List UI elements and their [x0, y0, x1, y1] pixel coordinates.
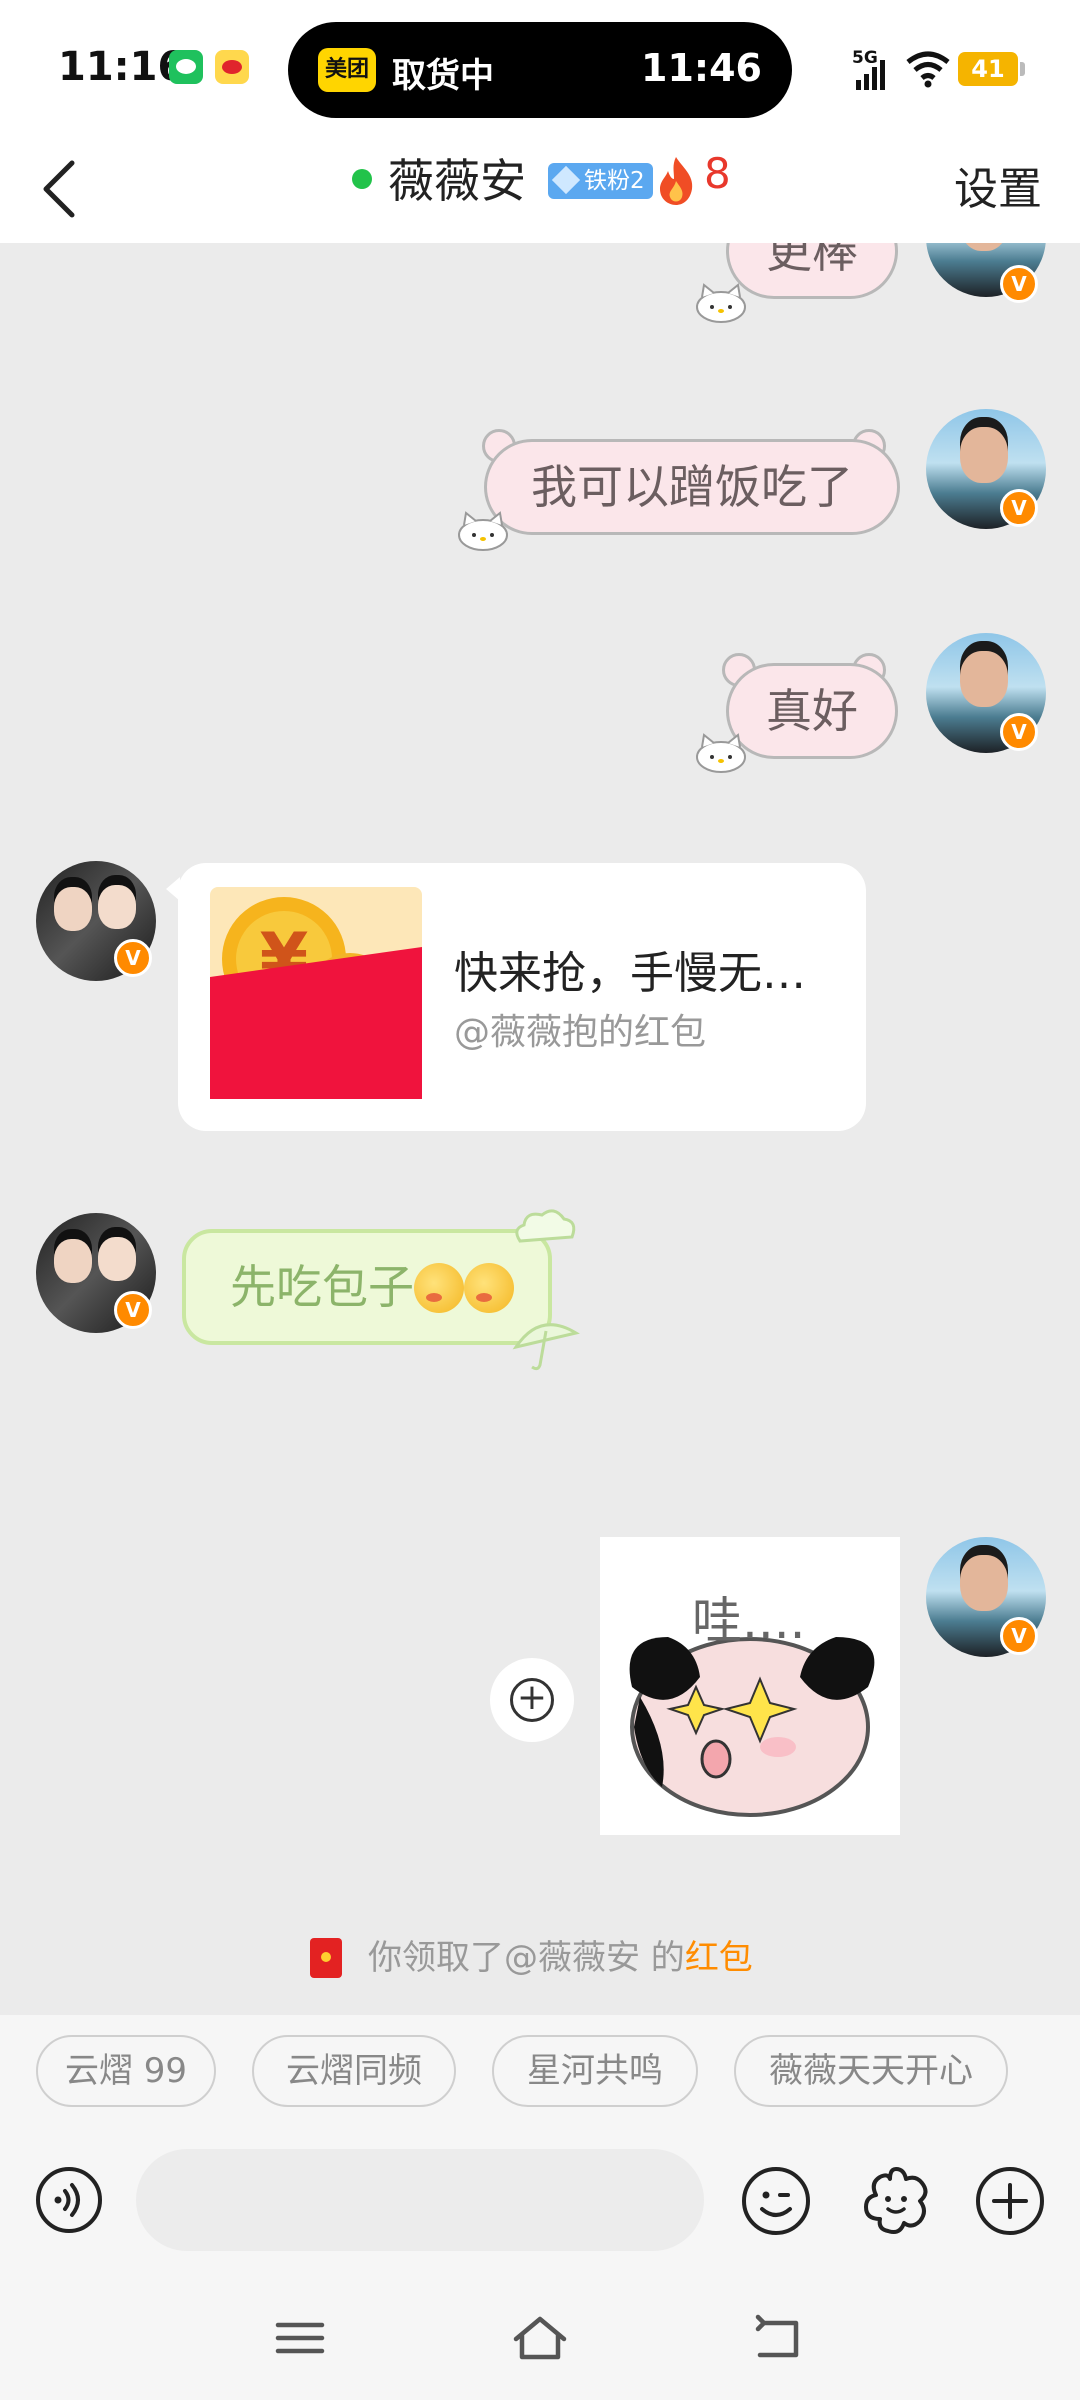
sent-message-bubble[interactable]: 我可以蹭饭吃了: [484, 439, 900, 535]
fire-icon: [660, 157, 693, 205]
delivery-status: 取货中: [392, 56, 494, 96]
chat-header: 薇薇安 铁粉2 8 设置: [0, 135, 1080, 243]
heart-face-emoji-icon: [414, 1262, 464, 1313]
verified-badge-icon: V: [114, 1291, 152, 1329]
online-status-dot: [352, 169, 372, 189]
voice-icon[interactable]: [34, 2165, 104, 2235]
verified-badge-icon: V: [1000, 1617, 1038, 1655]
wechat-notification-icon: [169, 50, 203, 84]
verified-badge-icon: V: [114, 939, 152, 977]
weibo-notification-icon: [215, 50, 249, 84]
return-icon[interactable]: [750, 2311, 810, 2365]
back-icon[interactable]: [26, 149, 96, 229]
plus-icon[interactable]: [974, 2165, 1046, 2237]
red-packet-icon: ¥: [210, 887, 422, 1099]
settings-button[interactable]: 设置: [954, 153, 1042, 217]
red-packet-title: 快来抢，手慢无…: [454, 948, 806, 999]
fan-level-badge: 铁粉2: [548, 163, 653, 199]
red-packet-sender: @薇薇抱的红包: [454, 1012, 707, 1053]
hello-kitty-sticker-icon: [458, 511, 508, 551]
status-bar: 11:16 美团 取货中 11:46 5G 41: [0, 0, 1080, 135]
cloud-decoration-icon: [515, 1209, 576, 1243]
fire-streak-count: 8: [704, 149, 731, 198]
red-packet-mini-icon: [310, 1938, 342, 1978]
chat-messages[interactable]: 更棒 V 我可以蹭饭吃了 V 真好 V V ¥ 快来抢，手慢无… @薇薇抱的红包…: [0, 243, 1080, 2015]
hello-kitty-sticker-icon: [696, 733, 746, 773]
quick-reply-chip[interactable]: 薇薇天天开心: [734, 2035, 1008, 2107]
system-notice-text: 你领取了@薇薇安 的红包: [368, 1933, 753, 1983]
quick-reply-bar: 云熠 99 云熠同频 星河共鸣 薇薇天天开心: [0, 2015, 1080, 2125]
message-input[interactable]: [136, 2149, 704, 2251]
wifi-icon: [906, 51, 950, 88]
quick-reply-chip[interactable]: 云熠同频: [252, 2035, 456, 2107]
quick-reply-chip[interactable]: 云熠 99: [36, 2035, 216, 2107]
delivery-eta: 11:46: [641, 46, 762, 90]
verified-badge-icon: V: [1000, 265, 1038, 303]
signal-icon: [856, 60, 885, 90]
meituan-logo: 美团: [318, 48, 376, 92]
umbrella-decoration-icon: [512, 1323, 580, 1371]
heart-face-emoji-icon: [464, 1262, 514, 1313]
battery-indicator: 41: [958, 52, 1025, 86]
hello-kitty-sticker-icon: [696, 283, 746, 323]
smile-icon[interactable]: [740, 2165, 812, 2237]
red-packet-link[interactable]: 红包: [685, 1938, 753, 1978]
received-message-text: 先吃包子: [230, 1260, 414, 1314]
status-time: 11:16: [58, 44, 186, 90]
verified-badge-icon: V: [1000, 489, 1038, 527]
red-packet-message[interactable]: ¥ 快来抢，手慢无… @薇薇抱的红包: [166, 863, 866, 1131]
system-navigation-bar: [0, 2275, 1080, 2400]
verified-badge-icon: V: [1000, 713, 1038, 751]
system-notice-prefix: 你领取了@薇薇安 的: [368, 1938, 685, 1978]
menu-icon[interactable]: [270, 2311, 330, 2365]
quick-reply-chip[interactable]: 星河共鸣: [492, 2035, 698, 2107]
dynamic-island-delivery[interactable]: 美团 取货中 11:46: [288, 22, 792, 118]
sent-message-bubble[interactable]: 更棒: [726, 243, 898, 299]
add-sticker-icon[interactable]: [490, 1658, 574, 1742]
message-input-bar: [0, 2125, 1080, 2275]
sent-message-bubble[interactable]: 真好: [726, 663, 898, 759]
sticker-image[interactable]: 哇....: [600, 1537, 900, 1835]
sticker-icon[interactable]: [858, 2163, 934, 2239]
contact-name[interactable]: 薇薇安: [388, 145, 526, 211]
received-message-bubble[interactable]: 先吃包子: [182, 1229, 552, 1345]
home-icon[interactable]: [510, 2311, 570, 2365]
sticker-caption: 哇....: [692, 1592, 806, 1650]
